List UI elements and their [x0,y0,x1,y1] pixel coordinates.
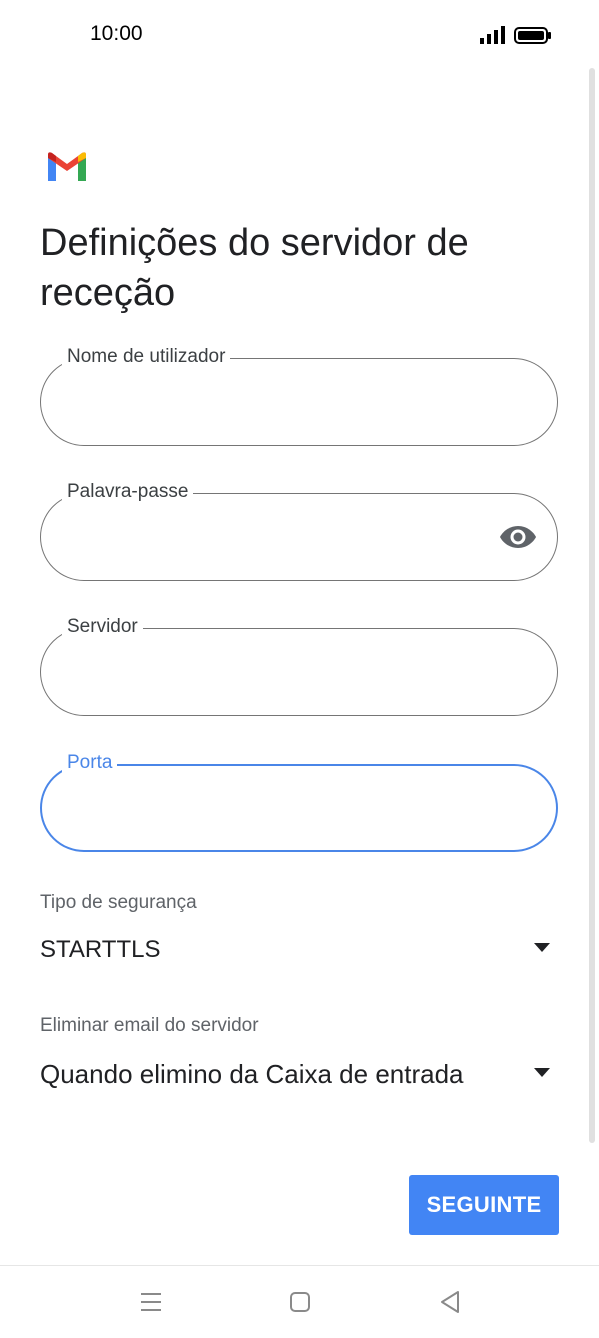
username-field[interactable]: Nome de utilizador [40,345,558,446]
back-icon[interactable] [436,1288,464,1316]
password-input[interactable] [65,516,489,558]
menu-icon[interactable] [137,1288,165,1316]
security-type-label: Tipo de segurança [40,892,197,913]
dropdown-arrow-icon[interactable] [534,1068,550,1077]
delete-email-label: Eliminar email do servidor [40,1015,259,1036]
page-title: Definições do servidor de receção [40,222,469,314]
username-label: Nome de utilizador [62,345,231,369]
battery-icon [514,27,551,44]
delete-email-select[interactable]: Quando elimino da Caixa de entrada [40,1055,550,1099]
dropdown-arrow-icon[interactable] [534,943,550,952]
gmail-logo-icon [48,152,86,181]
server-input[interactable] [65,651,489,693]
port-field[interactable]: Porta [40,751,558,852]
security-type-value: STARTTLS [40,936,161,963]
visibility-eye-icon[interactable] [499,523,537,551]
status-time: 10:00 [90,22,143,45]
port-label: Porta [62,751,118,775]
server-label: Servidor [62,615,143,639]
signal-icon [480,26,505,44]
password-label: Palavra-passe [62,480,194,504]
home-icon[interactable] [286,1288,314,1316]
next-button[interactable]: SEGUINTE [409,1175,559,1235]
username-input[interactable] [65,381,489,423]
system-nav-bar [0,1266,599,1338]
port-input[interactable] [66,788,490,830]
password-field[interactable]: Palavra-passe [40,480,558,581]
delete-email-value: Quando elimino da Caixa de entrada [40,1059,464,1089]
status-bar: 10:00 [0,0,599,66]
scrollbar[interactable] [589,68,595,1143]
security-type-select[interactable]: STARTTLS [40,930,550,974]
server-field[interactable]: Servidor [40,615,558,716]
